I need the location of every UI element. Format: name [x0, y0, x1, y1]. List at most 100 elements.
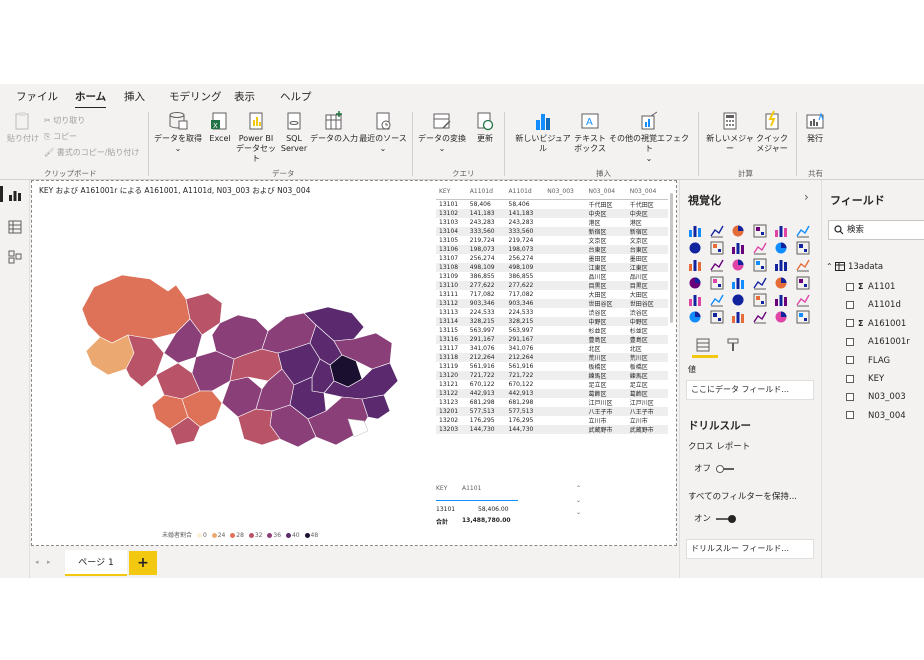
values-drop-zone[interactable]: ここにデータ フィールド...: [686, 380, 814, 400]
field-item[interactable]: A1101d: [846, 300, 901, 310]
visual-type-icon[interactable]: [709, 224, 724, 238]
data-table[interactable]: KEY A1101d A1101d N03_003 N03_004 N03_00…: [436, 185, 668, 473]
column-header[interactable]: A1101: [462, 485, 481, 492]
table-row[interactable]: 13122 442,913 442,913 葛飾区 葛飾区: [436, 388, 668, 398]
field-item[interactable]: KEY: [846, 374, 884, 384]
format-painter-button[interactable]: 🖌 書式のコピー/貼り付け: [44, 147, 139, 158]
field-checkbox[interactable]: [846, 392, 854, 401]
table-row[interactable]: 13121 670,122 670,122 足立区 足立区: [436, 380, 668, 389]
table-row[interactable]: 13102 141,183 141,183 中央区 中央区: [436, 208, 668, 218]
visual-type-icon[interactable]: [795, 293, 810, 307]
field-item[interactable]: N03_004: [846, 411, 906, 421]
copy-button[interactable]: ⎘ コピー: [44, 131, 77, 142]
table-row[interactable]: 13203 144,730 144,730 武蔵野市 武蔵野市: [436, 424, 668, 434]
collapse-pane-icon[interactable]: ›: [804, 190, 809, 204]
visual-type-icon[interactable]: [710, 276, 724, 290]
visual-type-icon[interactable]: [753, 293, 767, 307]
quick-measure-button[interactable]: クイック メジャー: [756, 110, 788, 154]
visual-type-icon[interactable]: [752, 310, 767, 324]
publish-button[interactable]: 発行: [802, 110, 828, 144]
text-box-button[interactable]: A テキスト ボックス: [574, 110, 606, 154]
refresh-button[interactable]: 更新: [472, 110, 498, 144]
table-row[interactable]: 13107 256,274 256,274 墨田区 墨田区: [436, 254, 668, 263]
visual-type-icon[interactable]: [731, 241, 745, 255]
scroll-down-icon[interactable]: ⌄: [576, 509, 581, 516]
scroll-up-icon[interactable]: ⌃: [576, 485, 581, 492]
tab-modeling[interactable]: モデリング: [169, 89, 222, 104]
table-row[interactable]: 13123 681,298 681,298 江戸川区 江戸川区: [436, 398, 668, 407]
table-row[interactable]: 13105 219,724 219,724 文京区 文京区: [436, 236, 668, 245]
table-row[interactable]: 13111 717,082 717,082 大田区 大田区: [436, 290, 668, 299]
visual-type-icon[interactable]: [688, 258, 702, 272]
get-data-button[interactable]: データを取得 ⌄: [154, 110, 202, 154]
field-item[interactable]: FLAG: [846, 356, 890, 366]
visual-type-icon[interactable]: [709, 293, 724, 307]
column-header[interactable]: KEY: [436, 485, 447, 492]
visual-type-icon[interactable]: [796, 276, 810, 290]
data-view-icon[interactable]: [8, 220, 22, 234]
visual-type-icon[interactable]: [795, 224, 810, 238]
table-row[interactable]: 13104 333,560 333,560 新宿区 新宿区: [436, 226, 668, 236]
visual-type-icon[interactable]: [752, 241, 767, 255]
tokyo-choropleth-map[interactable]: [72, 269, 412, 459]
visual-type-icon[interactable]: [774, 224, 788, 238]
more-visuals-button[interactable]: その他の視覚エフェクト ⌄: [606, 110, 692, 164]
new-visual-button[interactable]: 新しいビジュアル: [512, 110, 574, 154]
fields-well-icon[interactable]: [696, 338, 710, 352]
table-row[interactable]: 13101 58,406 58,406 千代田区 千代田区: [436, 199, 668, 209]
report-view-icon[interactable]: [8, 188, 22, 202]
field-item[interactable]: Σ A1101: [846, 282, 895, 292]
visual-type-icon[interactable]: [796, 241, 810, 255]
visual-type-icon[interactable]: [774, 276, 788, 290]
sql-server-button[interactable]: SQL Server: [280, 110, 308, 154]
visual-type-icon[interactable]: [688, 241, 702, 255]
table-row[interactable]: 13201 577,513 577,513 八王子市 八王子市: [436, 406, 668, 416]
visual-type-icon[interactable]: [753, 258, 767, 272]
column-header[interactable]: A1101d: [505, 185, 545, 200]
table-row[interactable]: 13202 176,295 176,295 立川市 立川市: [436, 416, 668, 425]
prev-page-icon[interactable]: ◂: [35, 558, 39, 566]
tab-home[interactable]: ホーム: [75, 89, 107, 109]
table-row[interactable]: 13117 341,076 341,076 北区 北区: [436, 344, 668, 353]
table-row[interactable]: 13120 721,722 721,722 練馬区 練馬区: [436, 370, 668, 380]
visual-type-icon[interactable]: [710, 241, 724, 255]
field-item[interactable]: A161001r: [846, 337, 910, 347]
visual-type-icon[interactable]: [688, 293, 702, 307]
field-item[interactable]: N03_003: [846, 392, 906, 402]
field-item[interactable]: Σ A161001: [846, 319, 906, 329]
tab-insert[interactable]: 挿入: [124, 89, 145, 104]
table-row[interactable]: 13109 386,855 386,855 品川区 品川区: [436, 272, 668, 281]
tab-file[interactable]: ファイル: [16, 89, 58, 104]
visual-type-icon[interactable]: [774, 310, 788, 324]
table-row[interactable]: 13116 291,167 291,167 豊島区 豊島区: [436, 334, 668, 344]
visual-type-icon[interactable]: [688, 224, 702, 238]
visual-type-icon[interactable]: [731, 293, 745, 307]
table-row[interactable]: 13119 561,916 561,916 板橋区 板橋区: [436, 362, 668, 371]
recent-sources-button[interactable]: 最近のソース ⌄: [358, 110, 408, 154]
visual-type-icon[interactable]: [795, 258, 810, 272]
column-header[interactable]: N03_003: [544, 185, 586, 200]
scroll-down-icon[interactable]: ⌄: [576, 497, 581, 504]
field-checkbox[interactable]: [846, 356, 854, 365]
table-row[interactable]: 13115 563,997 563,997 杉並区 杉並区: [436, 326, 668, 335]
visual-type-icon[interactable]: [774, 258, 788, 272]
transform-data-button[interactable]: データの変換 ⌄: [416, 110, 468, 154]
visual-type-icon[interactable]: [688, 276, 702, 290]
column-header[interactable]: A1101d: [466, 185, 506, 200]
pbi-dataset-button[interactable]: Power BI データセット: [234, 110, 278, 164]
add-page-button[interactable]: +: [129, 551, 157, 575]
visual-type-icon[interactable]: [731, 310, 745, 324]
visual-type-icon[interactable]: [731, 258, 745, 272]
model-view-icon[interactable]: [8, 250, 22, 264]
field-checkbox[interactable]: [846, 337, 854, 346]
table-row[interactable]: 13113 224,533 224,533 渋谷区 渋谷区: [436, 308, 668, 317]
table-row[interactable]: 13108 498,109 498,109 江東区 江東区: [436, 262, 668, 272]
column-header[interactable]: N03_004: [585, 185, 627, 200]
field-checkbox[interactable]: [846, 319, 854, 328]
cut-button[interactable]: ✂ 切り取り: [44, 115, 85, 126]
field-checkbox[interactable]: [846, 282, 854, 291]
table-scrollbar[interactable]: [670, 193, 673, 323]
enter-data-button[interactable]: データの入力: [310, 110, 358, 144]
column-header[interactable]: KEY: [436, 185, 467, 200]
tab-view[interactable]: 表示: [234, 89, 255, 104]
